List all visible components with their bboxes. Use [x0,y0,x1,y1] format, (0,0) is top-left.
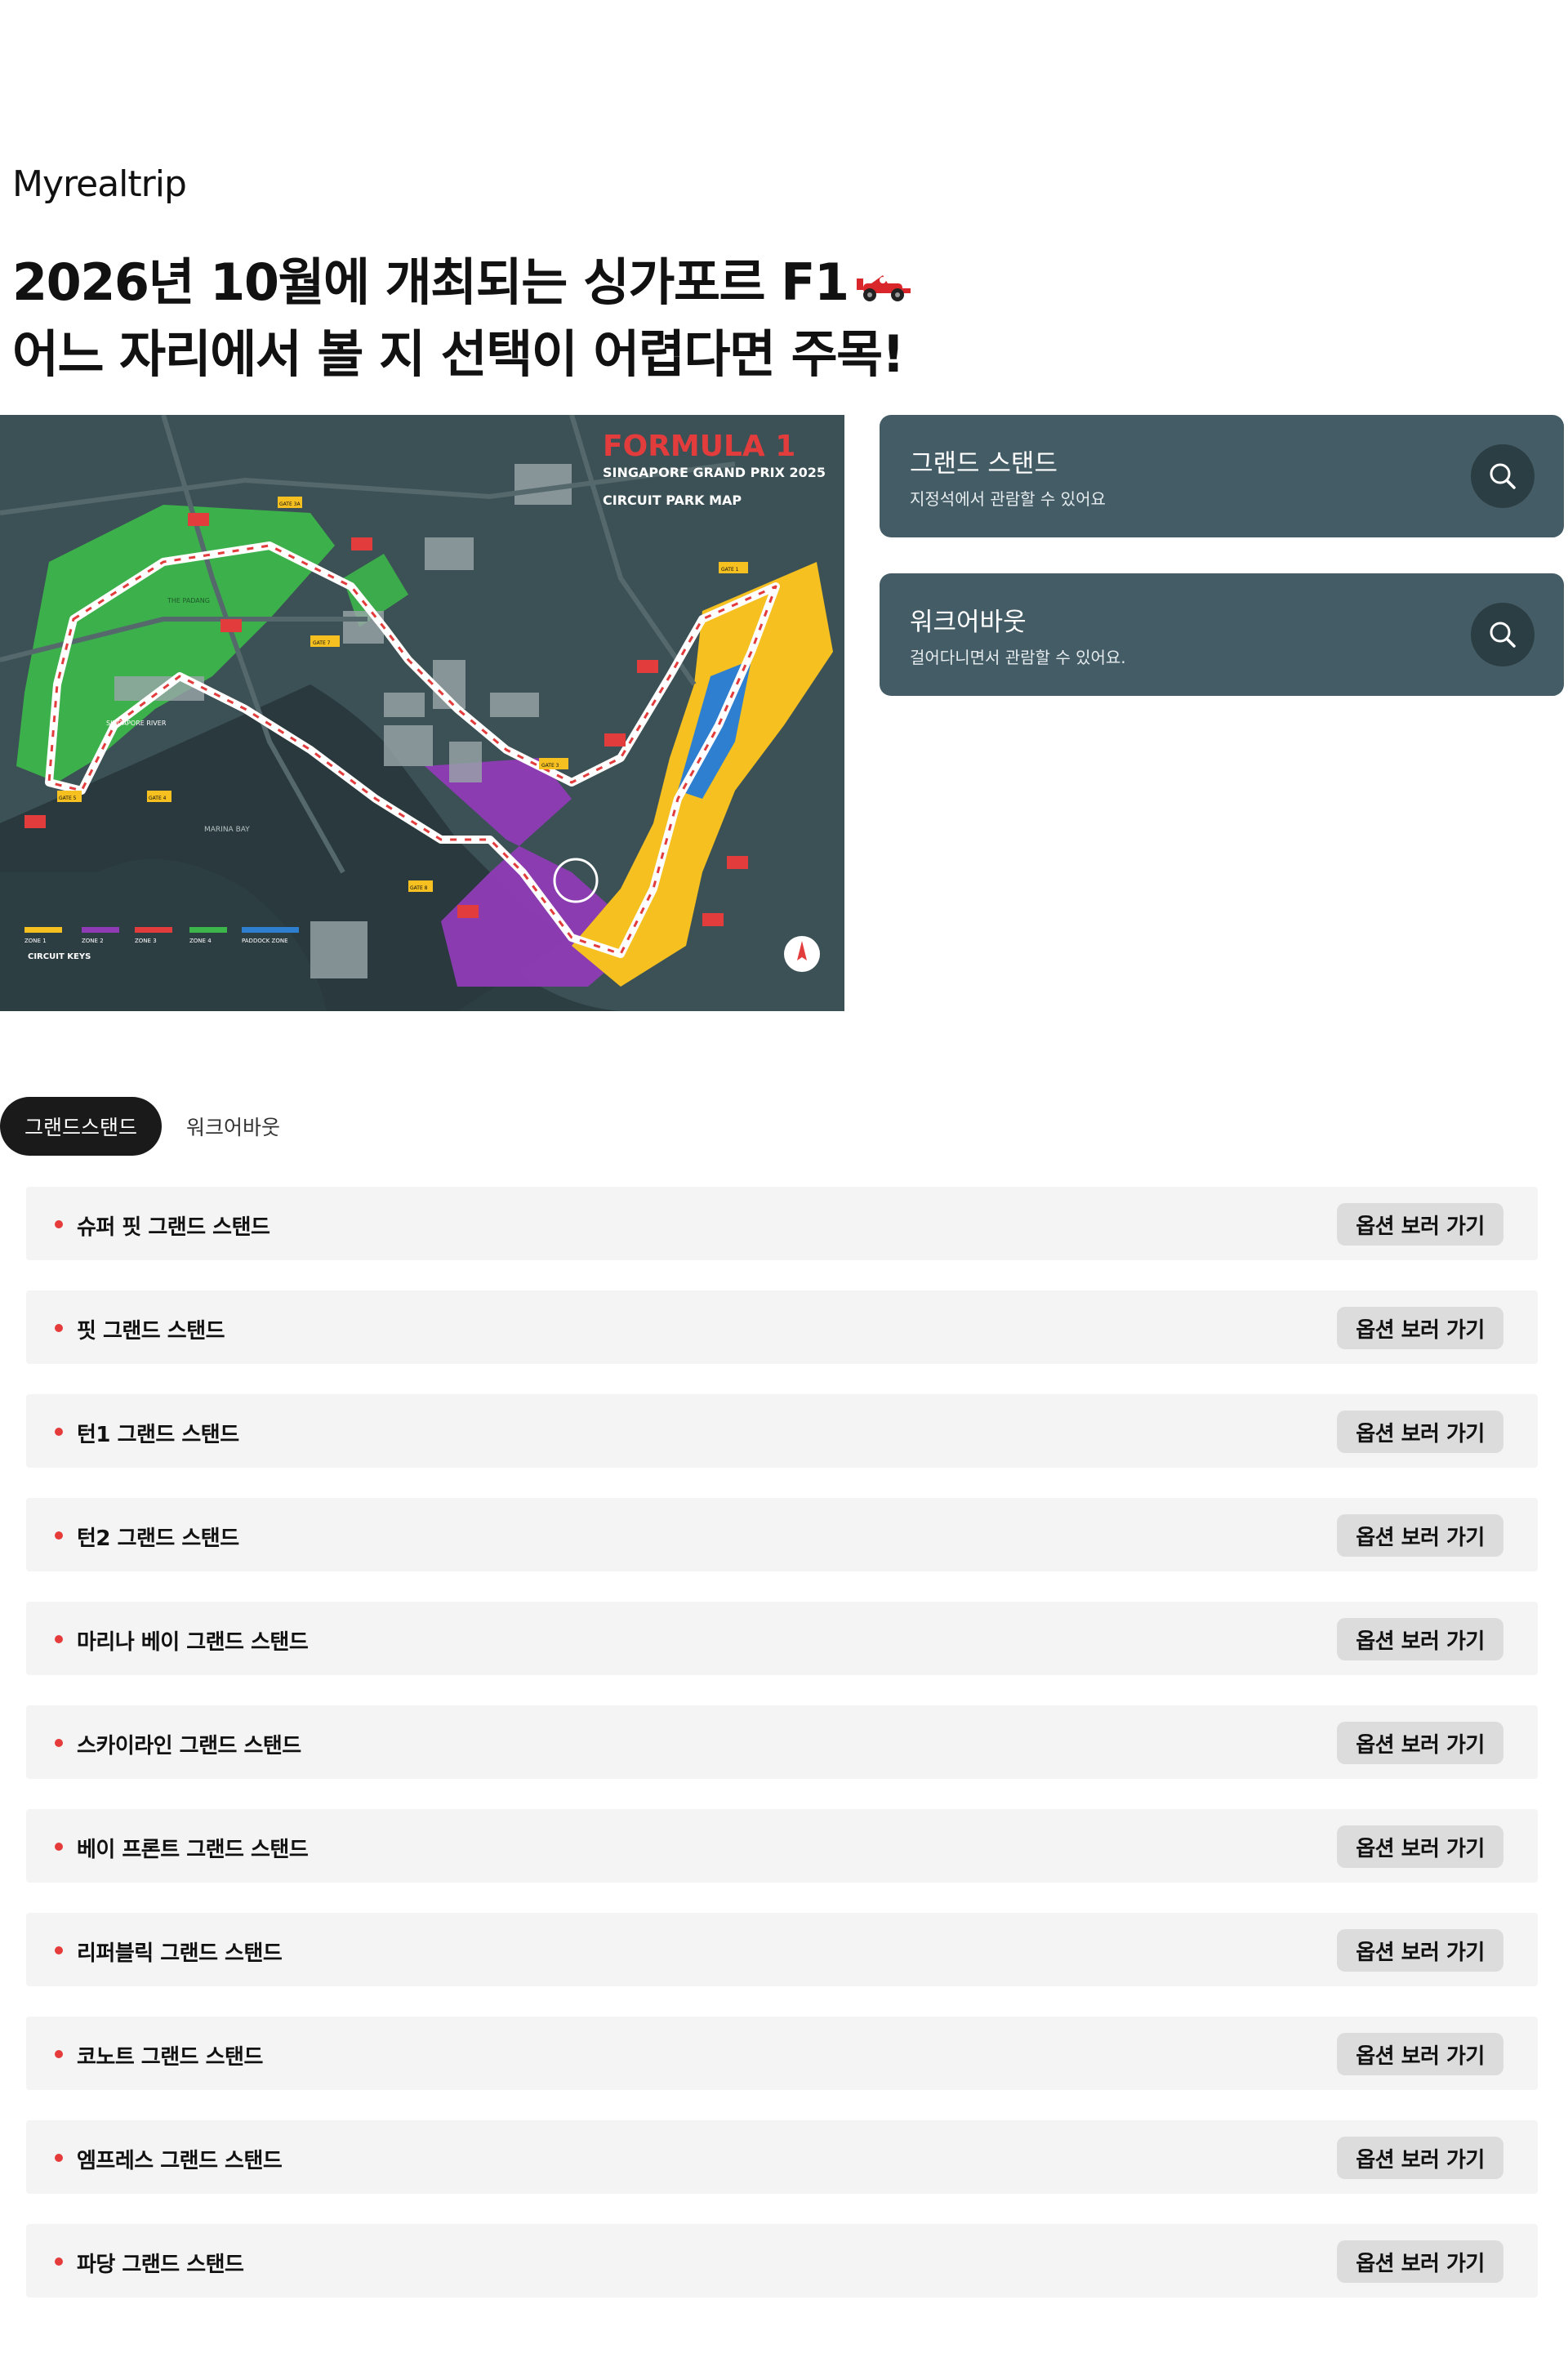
search-button[interactable] [1471,603,1535,666]
list-item[interactable]: 리퍼블릭 그랜드 스탠드 옵션 보러 가기 [26,1913,1538,1986]
map-river-label: SINGAPORE RIVER [106,720,167,727]
list-item[interactable]: 스카이라인 그랜드 스탠드 옵션 보러 가기 [26,1705,1538,1779]
bullet-dot [55,2257,63,2266]
grandstand-list: 슈퍼 핏 그랜드 스탠드 옵션 보러 가기 핏 그랜드 스탠드 옵션 보러 가기… [26,1187,1538,2328]
view-options-button[interactable]: 옵션 보러 가기 [1337,2137,1503,2179]
map-water-label: MARINA BAY [204,826,250,834]
legend-swatch-paddock [242,927,299,933]
list-item[interactable]: 턴2 그랜드 스탠드 옵션 보러 가기 [26,1498,1538,1571]
view-options-button[interactable]: 옵션 보러 가기 [1337,2033,1503,2075]
gate-label-4: GATE 4 [149,796,167,801]
list-item[interactable]: 마리나 베이 그랜드 스탠드 옵션 보러 가기 [26,1602,1538,1675]
headline-line-1: 2026년 10월에 개최되는 싱가포르 F1 [12,252,849,312]
stand-name: 마리나 베이 그랜드 스탠드 [77,1630,309,1655]
bullet-dot [55,1324,63,1332]
gate-label-3: GATE 3 [541,763,559,769]
zone-card-walkabout[interactable]: 워크어바웃 걸어다니면서 관람할 수 있어요. [880,573,1564,696]
legend-paddock-zone: PADDOCK ZONE [242,938,288,944]
view-options-button[interactable]: 옵션 보러 가기 [1337,1307,1503,1349]
stand-name: 리퍼블릭 그랜드 스탠드 [77,1941,283,1966]
map-subtitle: SINGAPORE GRAND PRIX 2025 [603,465,826,480]
stand-name: 엠프레스 그랜드 스탠드 [77,2149,283,2173]
list-item[interactable]: 슈퍼 핏 그랜드 스탠드 옵션 보러 가기 [26,1187,1538,1260]
search-icon [1490,463,1516,489]
legend-zone-2: ZONE 2 [82,938,104,944]
bullet-dot [55,1739,63,1747]
stand-name: 핏 그랜드 스탠드 [77,1319,225,1344]
stand-name: 스카이라인 그랜드 스탠드 [77,1734,301,1758]
map-park-label: THE PADANG [167,597,210,604]
view-options-button[interactable]: 옵션 보러 가기 [1337,1722,1503,1764]
legend-swatch-zone-4 [189,927,227,933]
zone-card-title: 그랜드 스탠드 [910,449,1058,479]
view-options-button[interactable]: 옵션 보러 가기 [1337,1203,1503,1246]
stand-name: 슈퍼 핏 그랜드 스탠드 [77,1215,270,1240]
legend-zone-1: ZONE 1 [24,938,47,944]
bullet-dot [55,1531,63,1540]
view-options-button[interactable]: 옵션 보러 가기 [1337,1929,1503,1972]
legend-zone-3: ZONE 3 [135,938,157,944]
list-item[interactable]: 베이 프론트 그랜드 스탠드 옵션 보러 가기 [26,1809,1538,1883]
gate-label-7: GATE 7 [313,640,331,646]
view-options-button[interactable]: 옵션 보러 가기 [1337,2240,1503,2283]
search-button[interactable] [1471,444,1535,508]
list-item[interactable]: 파당 그랜드 스탠드 옵션 보러 가기 [26,2224,1538,2298]
map-title: FORMULA 1 [603,430,795,463]
bullet-dot [55,2050,63,2058]
bullet-dot [55,2154,63,2162]
legend-swatch-zone-2 [82,927,119,933]
tab-grandstand[interactable]: 그랜드스탠드 [0,1097,163,1156]
gate-label-5: GATE 5 [59,796,77,801]
gate-label-3a: GATE 3A [279,501,301,507]
stand-name: 턴2 그랜드 스탠드 [77,1526,239,1551]
search-icon [1490,622,1516,648]
legend-zone-4: ZONE 4 [189,938,212,944]
gate-label-8: GATE 8 [410,885,428,891]
seat-type-tabs: 그랜드스탠드 워크어바웃 [0,1097,280,1156]
bullet-dot [55,1220,63,1228]
zone-card-grandstand[interactable]: 그랜드 스탠드 지정석에서 관람할 수 있어요 [880,415,1564,537]
brand-logo[interactable]: Myrealtrip [12,163,187,205]
map-caption: CIRCUIT PARK MAP [603,492,742,508]
stand-name: 턴1 그랜드 스탠드 [77,1423,239,1447]
stand-name: 베이 프론트 그랜드 스탠드 [77,1838,309,1862]
view-options-button[interactable]: 옵션 보러 가기 [1337,1825,1503,1868]
list-item[interactable]: 코노트 그랜드 스탠드 옵션 보러 가기 [26,2017,1538,2090]
bullet-dot [55,1946,63,1954]
legend-swatch-zone-1 [24,927,62,933]
tab-walkabout[interactable]: 워크어바웃 [186,1112,280,1141]
view-options-button[interactable]: 옵션 보러 가기 [1337,1618,1503,1660]
zone-card-desc: 지정석에서 관람할 수 있어요 [910,489,1106,509]
page-headline: 2026년 10월에 개최되는 싱가포르 F1 어느 자리에서 볼 지 선택이 … [12,249,911,388]
list-item[interactable]: 턴1 그랜드 스탠드 옵션 보러 가기 [26,1394,1538,1468]
zone-card-desc: 걸어다니면서 관람할 수 있어요. [910,648,1126,667]
race-car-icon [855,254,912,321]
list-item[interactable]: 핏 그랜드 스탠드 옵션 보러 가기 [26,1290,1538,1364]
stand-name: 파당 그랜드 스탠드 [77,2253,244,2277]
legend-swatch-zone-3 [135,927,172,933]
zone-card-title: 워크어바웃 [910,608,1027,637]
list-item[interactable]: 엠프레스 그랜드 스탠드 옵션 보러 가기 [26,2120,1538,2194]
gate-label-1: GATE 1 [721,567,739,573]
bullet-dot [55,1635,63,1643]
bullet-dot [55,1843,63,1851]
legend-circuit-keys: CIRCUIT KEYS [28,952,91,961]
view-options-button[interactable]: 옵션 보러 가기 [1337,1514,1503,1557]
bullet-dot [55,1428,63,1436]
view-options-button[interactable]: 옵션 보러 가기 [1337,1411,1503,1453]
stand-name: 코노트 그랜드 스탠드 [77,2045,263,2070]
circuit-map: FORMULA 1 SINGAPORE GRAND PRIX 2025 CIRC… [0,415,844,1011]
headline-line-2: 어느 자리에서 볼 지 선택이 어렵다면 주목! [12,324,905,384]
